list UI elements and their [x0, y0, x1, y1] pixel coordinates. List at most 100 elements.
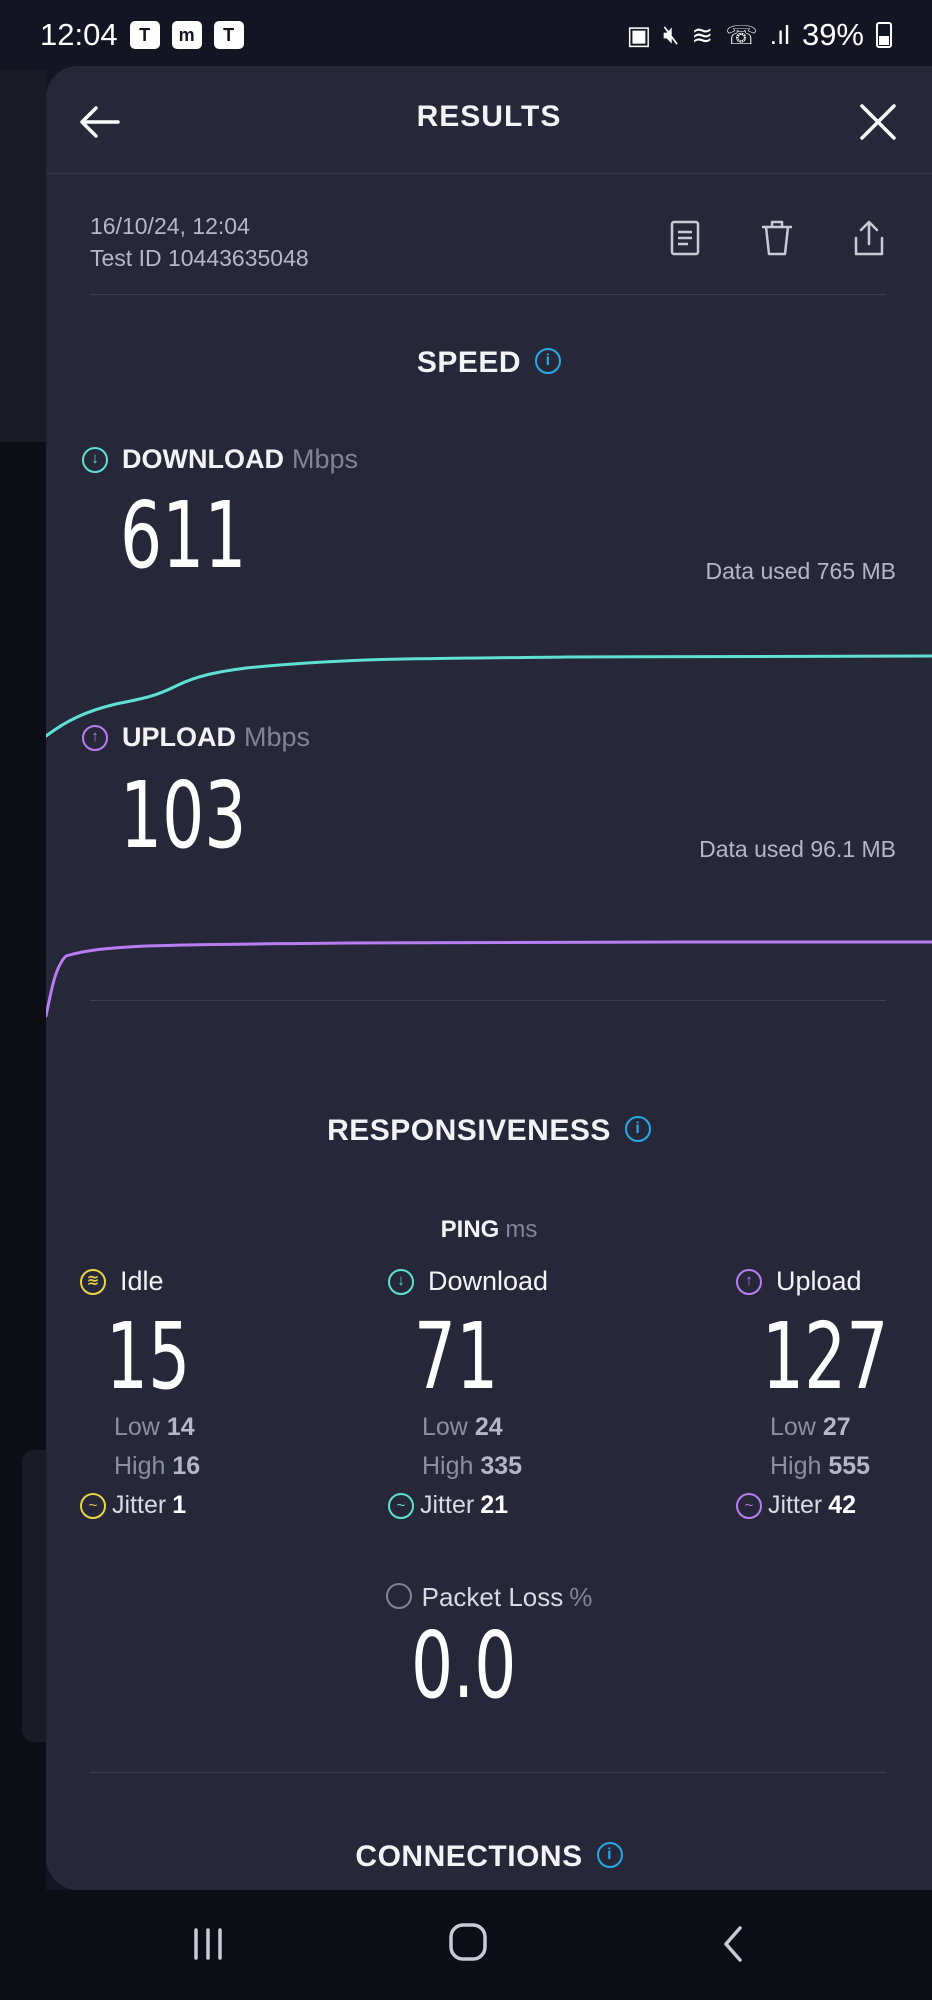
battery-percent: 39%: [801, 17, 864, 52]
upload-unit: Mbps: [244, 722, 311, 752]
high-label: High: [770, 1452, 822, 1480]
speed-title: SPEED: [416, 346, 522, 379]
ping-idle-high: High 16: [80, 1452, 233, 1481]
recent-apps-icon[interactable]: [188, 1924, 228, 1964]
teams-icon: T: [129, 21, 160, 49]
results-card: RESULTS 16/10/24, 12:04 Test ID 10443635…: [46, 66, 932, 1890]
high-value: 16: [172, 1452, 201, 1480]
download-unit: Mbps: [291, 444, 359, 474]
download-label-text: DOWNLOAD: [122, 444, 284, 474]
ping-download-value: 71: [413, 1303, 499, 1410]
download-label: ↓ DOWNLOAD Mbps: [82, 444, 358, 475]
upload-label: ↑ UPLOAD Mbps: [82, 722, 310, 753]
navigation-bar: [0, 1890, 932, 2000]
info-icon[interactable]: i: [624, 1116, 651, 1143]
divider: [90, 1000, 886, 1001]
high-value: 555: [828, 1452, 871, 1480]
ping-download-high: High 335: [388, 1452, 548, 1481]
battery-saver-icon: ▣: [626, 19, 652, 50]
high-label: High: [114, 1452, 166, 1480]
ping-upload-low: Low 27: [736, 1413, 932, 1442]
details-icon[interactable]: [666, 218, 704, 258]
speed-section-title: SPEED i: [46, 346, 932, 380]
status-bar-left: 12:04 T m T: [40, 17, 244, 53]
share-icon[interactable]: [850, 218, 888, 258]
ping-upload-header: ↑ Upload: [736, 1266, 932, 1297]
ping-title: PING ms: [46, 1216, 932, 1244]
upload-value: 103: [120, 762, 247, 869]
home-icon[interactable]: [446, 1920, 490, 1964]
low-label: Low: [114, 1413, 160, 1441]
page-title: RESULTS: [416, 100, 562, 133]
jitter-value: 42: [828, 1491, 856, 1519]
packet-loss-value: 0.0: [411, 1612, 517, 1719]
divider: [90, 1772, 886, 1773]
low-label: Low: [422, 1413, 468, 1441]
wifi-icon: ≋: [691, 19, 714, 50]
ping-upload-column: ↑ Upload 127 Low 27 High 555 ~ Jitter 42: [736, 1266, 932, 1520]
jitter-icon: ~: [736, 1492, 762, 1519]
jitter-label: Jitter: [112, 1491, 167, 1519]
ping-upload-value: 127: [761, 1303, 889, 1410]
delete-icon[interactable]: [758, 218, 796, 258]
jitter-label: Jitter: [420, 1491, 475, 1519]
ping-download-header: ↓ Download: [388, 1266, 548, 1297]
low-value: 24: [474, 1413, 503, 1441]
ping-idle-label: Idle: [120, 1266, 164, 1296]
test-datetime: 16/10/24, 12:04: [90, 213, 250, 239]
low-value: 27: [822, 1413, 851, 1441]
nav-back-icon[interactable]: [714, 1924, 754, 1964]
packet-loss-label: Packet Loss%: [46, 1582, 932, 1613]
responsiveness-title: RESPONSIVENESS: [327, 1114, 611, 1147]
result-actions: [666, 218, 888, 258]
jitter-value: 1: [172, 1491, 187, 1519]
download-value: 611: [120, 482, 247, 589]
test-meta: 16/10/24, 12:04 Test ID 10443635048: [90, 210, 309, 274]
ping-unit: ms: [505, 1216, 538, 1243]
divider: [90, 294, 886, 295]
ping-upload-jitter: ~ Jitter 42: [736, 1491, 932, 1520]
results-header: RESULTS: [46, 66, 932, 174]
close-icon[interactable]: [852, 96, 904, 148]
status-bar-right: ▣ 🔇︎ ≋ ☏ .ıl 39%: [626, 17, 892, 53]
m-app-icon: m: [171, 21, 202, 49]
ping-download-jitter: ~ Jitter 21: [388, 1491, 548, 1520]
ping-upload-high: High 555: [736, 1452, 932, 1481]
upload-label-text: UPLOAD: [122, 722, 236, 752]
ping-idle-low: Low 14: [80, 1413, 233, 1442]
packet-loss-icon: [385, 1583, 412, 1610]
ping-label: PING: [440, 1216, 500, 1243]
ping-upload-label: Upload: [776, 1266, 862, 1296]
jitter-icon: ~: [80, 1492, 106, 1519]
download-data-used: Data used 765 MB: [705, 558, 896, 584]
upload-arrow-icon: ↑: [82, 724, 108, 751]
info-icon[interactable]: i: [596, 1842, 623, 1869]
packet-loss-text: Packet Loss: [421, 1582, 564, 1612]
jitter-value: 21: [480, 1491, 508, 1519]
high-value: 335: [480, 1452, 523, 1480]
ping-idle-header: ≋ Idle: [80, 1266, 233, 1297]
upload-arrow-icon: ↑: [736, 1268, 762, 1295]
ping-idle-value: 15: [105, 1303, 191, 1410]
ping-idle-jitter: ~ Jitter 1: [80, 1491, 233, 1520]
mute-icon: 🔇︎: [663, 19, 680, 49]
teams-icon: T: [213, 21, 244, 49]
background-panel: [0, 70, 46, 442]
jitter-icon: ~: [388, 1492, 414, 1519]
high-label: High: [422, 1452, 474, 1480]
ping-download-low: Low 24: [388, 1413, 548, 1442]
packet-loss-unit: %: [569, 1582, 593, 1612]
signal-icon: .ıl: [769, 19, 790, 50]
info-icon[interactable]: i: [535, 348, 562, 375]
low-value: 14: [166, 1413, 195, 1441]
upload-data-used: Data used 96.1 MB: [699, 836, 896, 862]
test-id: Test ID 10443635048: [90, 245, 309, 271]
jitter-label: Jitter: [768, 1491, 823, 1519]
clock: 12:04: [40, 17, 118, 52]
download-arrow-icon: ↓: [82, 446, 108, 473]
status-bar: 12:04 T m T ▣ 🔇︎ ≋ ☏ .ıl 39%: [0, 0, 932, 70]
connections-section-title: CONNECTIONS i: [46, 1840, 932, 1874]
wifi-call-icon: ☏: [725, 19, 758, 50]
connections-title: CONNECTIONS: [355, 1840, 583, 1873]
upload-graph: [46, 940, 932, 1018]
